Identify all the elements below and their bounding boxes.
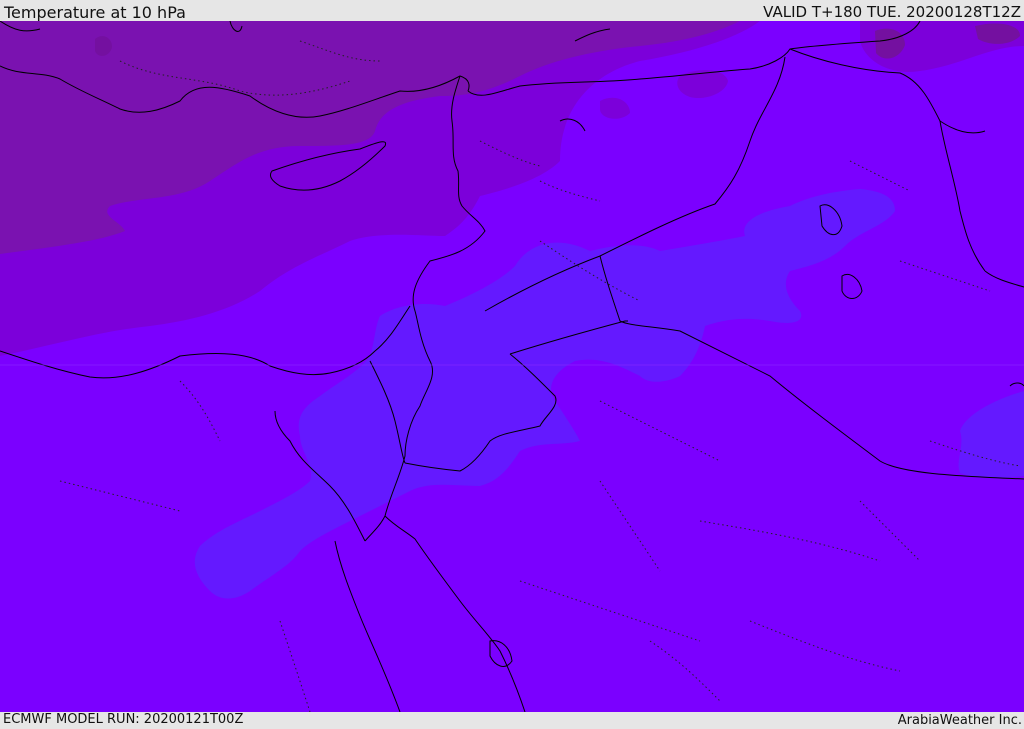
header-bar: Temperature at 10 hPa VALID T+180 TUE. 2… bbox=[0, 0, 1024, 21]
valid-time: VALID T+180 TUE. 20200128T12Z bbox=[763, 3, 1021, 21]
temperature-map bbox=[0, 21, 1024, 712]
footer-bar: ECMWF MODEL RUN: 20200121T00Z ArabiaWeat… bbox=[0, 712, 1024, 729]
model-run-label: ECMWF MODEL RUN: 20200121T00Z bbox=[3, 712, 244, 727]
credit-label: ArabiaWeather Inc. bbox=[897, 713, 1022, 728]
map-title: Temperature at 10 hPa bbox=[4, 3, 186, 22]
